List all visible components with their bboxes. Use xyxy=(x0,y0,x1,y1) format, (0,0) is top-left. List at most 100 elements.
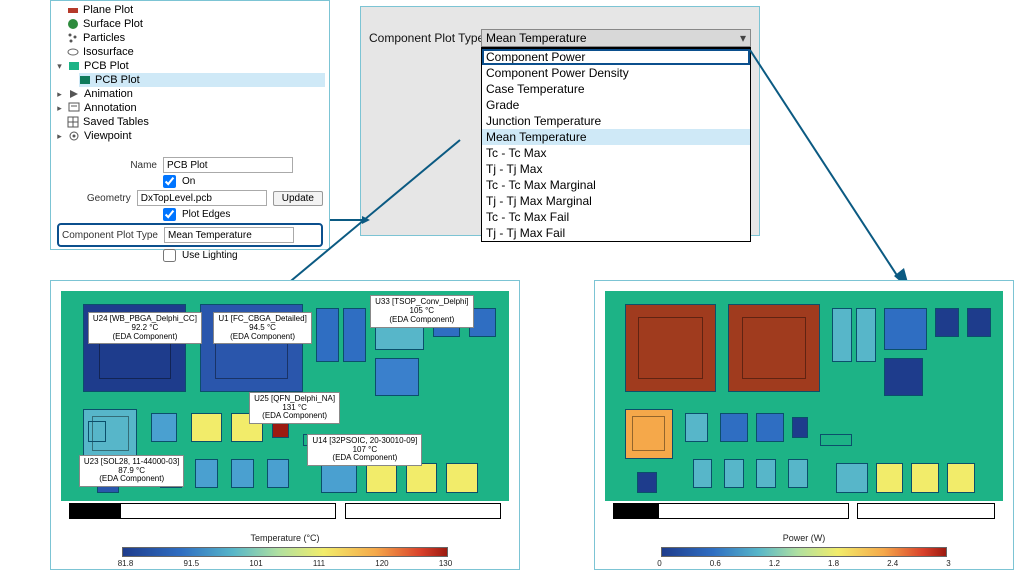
component[interactable] xyxy=(720,413,748,442)
table-icon xyxy=(67,116,79,128)
legend-title: Power (W) xyxy=(625,533,983,543)
dropdown-option[interactable]: Tc - Tc Max xyxy=(482,145,750,161)
component[interactable] xyxy=(947,463,975,492)
expand-icon[interactable]: ▸ xyxy=(55,103,64,114)
component[interactable] xyxy=(375,358,420,396)
tree-properties-panel: Plane Plot Surface Plot Particles Isosur… xyxy=(50,0,330,250)
geometry-field[interactable] xyxy=(137,190,267,206)
power-viz-panel: Power (W) 00.6 1.21.8 2.43 xyxy=(594,280,1014,570)
component[interactable] xyxy=(728,304,820,392)
color-scale-bar xyxy=(661,547,947,557)
dropdown-option[interactable]: Tj - Tj Max Marginal xyxy=(482,193,750,209)
tree-item-label: Saved Tables xyxy=(83,116,149,128)
tree-item-label: Annotation xyxy=(84,102,137,114)
on-label: On xyxy=(182,176,195,187)
component[interactable] xyxy=(935,308,959,337)
component[interactable] xyxy=(343,308,365,363)
tooltip-U14: U14 [32PSOIC, 20-30010-09]107 °C(EDA Com… xyxy=(307,434,422,466)
component-plot-type-row[interactable]: Component Plot Type xyxy=(57,223,323,247)
tree-item-label: Animation xyxy=(84,88,133,100)
dropdown-option[interactable]: Component Power Density xyxy=(482,65,750,81)
tooltip-U23: U23 [SOL28, 11-44000-03]87.9 °C(EDA Comp… xyxy=(79,455,184,487)
tree-item-annotation[interactable]: ▸ Annotation xyxy=(55,101,325,115)
component[interactable] xyxy=(88,421,106,442)
expand-icon[interactable]: ▸ xyxy=(55,89,64,100)
dropdown-option[interactable]: Grade xyxy=(482,97,750,113)
component[interactable] xyxy=(321,463,357,492)
tree-item-viewpoint[interactable]: ▸ Viewpoint xyxy=(55,129,325,143)
component[interactable] xyxy=(366,463,397,492)
dropdown-option[interactable]: Component Power xyxy=(482,49,750,65)
name-field[interactable] xyxy=(163,157,293,173)
legend-title: Temperature (°C) xyxy=(81,533,489,543)
component[interactable] xyxy=(820,434,852,447)
component[interactable] xyxy=(884,358,924,396)
pcb-icon xyxy=(68,60,80,72)
component[interactable] xyxy=(685,413,709,442)
component[interactable] xyxy=(191,413,222,442)
legend-ticks: 81.891.5 101111 120130 xyxy=(118,559,453,568)
component[interactable] xyxy=(231,459,253,488)
annot-icon xyxy=(68,102,80,114)
legend-ticks: 00.6 1.21.8 2.43 xyxy=(657,559,951,568)
tree-item-isosurface[interactable]: Isosurface xyxy=(67,45,325,59)
component[interactable] xyxy=(756,459,776,488)
plane-icon xyxy=(67,4,79,16)
plot-edges-checkbox[interactable] xyxy=(163,208,176,221)
on-checkbox[interactable] xyxy=(163,175,176,188)
tree-item-pcb-plot[interactable]: PCB Plot xyxy=(79,73,325,87)
tree-item-saved-tables[interactable]: Saved Tables xyxy=(67,115,325,129)
component[interactable] xyxy=(836,463,868,492)
particles-icon xyxy=(67,32,79,44)
component[interactable] xyxy=(724,459,744,488)
dropdown-selected[interactable]: Mean Temperature xyxy=(481,29,751,47)
name-label: Name xyxy=(57,160,157,171)
component[interactable] xyxy=(788,459,808,488)
dropdown-option[interactable]: Mean Temperature xyxy=(482,129,750,145)
component[interactable] xyxy=(637,472,657,493)
component[interactable] xyxy=(151,413,178,442)
component[interactable] xyxy=(195,459,217,488)
sphere-icon xyxy=(67,18,79,30)
component[interactable] xyxy=(856,308,876,363)
tree-item-label: Particles xyxy=(83,32,125,44)
component[interactable] xyxy=(267,459,289,488)
tree-item-plane-plot[interactable]: Plane Plot xyxy=(67,3,325,17)
component[interactable] xyxy=(756,413,784,442)
component[interactable] xyxy=(316,308,338,363)
component[interactable] xyxy=(884,308,928,350)
dropdown-option[interactable]: Tc - Tc Max Fail xyxy=(482,209,750,225)
use-lighting-label: Use Lighting xyxy=(182,250,238,261)
expand-icon[interactable]: ▸ xyxy=(55,131,64,142)
component[interactable] xyxy=(792,417,808,438)
dropdown-option[interactable]: Tj - Tj Max xyxy=(482,161,750,177)
use-lighting-checkbox[interactable] xyxy=(163,249,176,262)
tooltip-U1: U1 [FC_CBGA_Detailed]94.5 °C(EDA Compone… xyxy=(213,312,311,344)
component[interactable] xyxy=(406,463,437,492)
tree-item-pcb-plot-group[interactable]: ▾ PCB Plot xyxy=(55,59,325,73)
pcb-board-power[interactable] xyxy=(605,291,1003,501)
tree-item-surface-plot[interactable]: Surface Plot xyxy=(67,17,325,31)
dropdown-option[interactable]: Case Temperature xyxy=(482,81,750,97)
dropdown-option[interactable]: Tj - Tj Max Fail xyxy=(482,225,750,241)
component[interactable] xyxy=(911,463,939,492)
cpt-field[interactable] xyxy=(164,227,294,243)
anim-icon xyxy=(68,88,80,100)
dropdown-option[interactable]: Junction Temperature xyxy=(482,113,750,129)
component[interactable] xyxy=(625,409,673,459)
component[interactable] xyxy=(693,459,713,488)
component[interactable] xyxy=(446,463,477,492)
dropdown-option[interactable]: Tc - Tc Max Marginal xyxy=(482,177,750,193)
plot-edges-label: Plot Edges xyxy=(182,209,230,220)
tree-item-label: Isosurface xyxy=(83,46,134,58)
pcb-board-temperature[interactable]: U24 [WB_PBGA_Delphi_CC]92.2 °C(EDA Compo… xyxy=(61,291,509,501)
component[interactable] xyxy=(832,308,852,363)
component[interactable] xyxy=(625,304,717,392)
component[interactable] xyxy=(967,308,991,337)
board-edge-strip xyxy=(69,503,501,519)
tree-item-particles[interactable]: Particles xyxy=(67,31,325,45)
component[interactable] xyxy=(876,463,904,492)
tree-item-animation[interactable]: ▸ Animation xyxy=(55,87,325,101)
update-button[interactable]: Update xyxy=(273,191,323,206)
collapse-icon[interactable]: ▾ xyxy=(55,61,64,72)
